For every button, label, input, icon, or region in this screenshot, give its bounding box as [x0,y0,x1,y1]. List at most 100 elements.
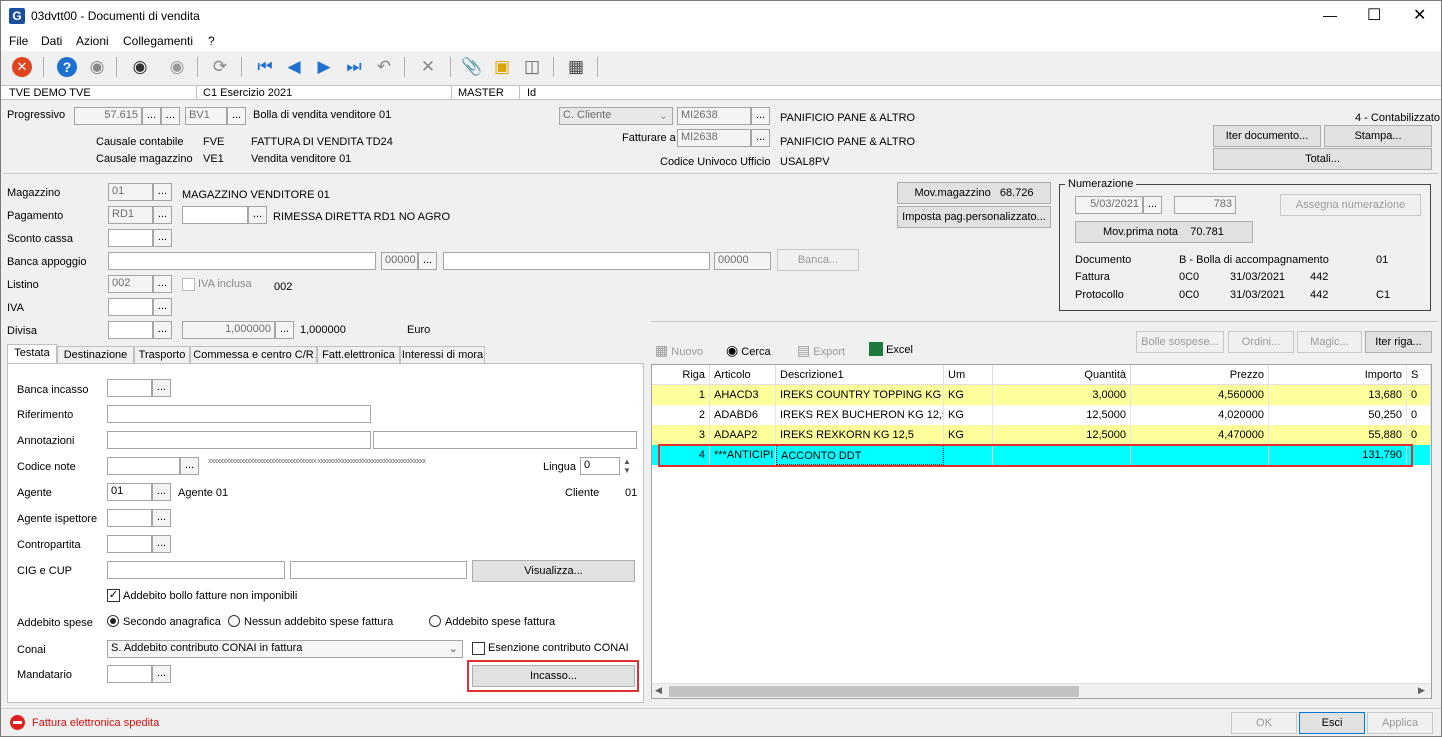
mandatario-field[interactable] [107,665,152,683]
ordini-button[interactable]: Ordini... [1228,331,1294,353]
riferimento-field[interactable] [107,405,371,423]
magazzino-field[interactable]: 01 [108,183,153,201]
series-field[interactable]: BV1 [185,107,227,125]
scroll-right-icon[interactable]: ▶ [1418,685,1425,696]
incasso-button[interactable]: Incasso... [472,665,635,687]
menu-file[interactable]: File [9,34,28,48]
agente-ispettore-lookup[interactable]: ... [152,509,171,527]
banca-incasso-lookup[interactable]: ... [152,379,171,397]
codice-note-lookup[interactable]: ... [180,457,199,475]
table-row[interactable]: 1 AHACD3 IREKS COUNTRY TOPPING KG 1 KG 3… [652,385,1431,405]
contropartita-field[interactable] [107,535,152,553]
undo-icon[interactable]: ↶ [373,56,395,78]
help-icon[interactable]: ? [56,56,78,78]
tab-fatt-elettronica[interactable]: Fatt.elettronica [317,346,400,364]
menu-collegamenti[interactable]: Collegamenti [123,34,193,48]
divisa-lookup[interactable]: ... [153,321,172,339]
maximize-icon[interactable]: ☐ [1367,5,1381,25]
spese-addebito-fattura-radio[interactable] [429,615,441,627]
codice-note-field[interactable] [107,457,180,475]
totali-button[interactable]: Totali... [1213,148,1432,170]
col-riga[interactable]: Riga [652,365,710,385]
scrollbar-thumb[interactable] [669,686,1079,697]
listino-lookup[interactable]: ... [153,275,172,293]
tipo-cliente-select[interactable]: C. Cliente ⌄ [559,107,673,125]
menu-help[interactable]: ? [208,34,215,48]
menu-dati[interactable]: Dati [41,34,62,48]
progressivo-field[interactable]: 57.615 [74,107,142,125]
numerazione-data-field[interactable]: 5/03/2021 [1075,196,1143,214]
numerazione-numero-field[interactable]: 783 [1174,196,1236,214]
series-lookup[interactable]: ... [227,107,246,125]
last-record-icon[interactable]: ⏭ [343,56,365,78]
cerca-button[interactable]: ◉ Cerca [726,342,771,359]
iter-documento-button[interactable]: Iter documento... [1213,125,1321,147]
spese-secondo-anagrafica-radio[interactable] [107,615,119,627]
listino-field[interactable]: 002 [108,275,153,293]
esci-button[interactable]: Esci [1299,712,1365,734]
banca-appoggio-field[interactable] [108,252,376,270]
tab-destinazione[interactable]: Destinazione [57,346,134,364]
cig-field[interactable] [107,561,285,579]
agente-ispettore-field[interactable] [107,509,152,527]
applica-button[interactable]: Applica [1367,712,1433,734]
documents-icon[interactable]: ▣ [491,56,513,78]
col-um[interactable]: Um [944,365,993,385]
banca-button[interactable]: Banca... [777,249,859,271]
progressivo-lookup2[interactable]: ... [161,107,180,125]
banca-abi-lookup[interactable]: ... [418,252,437,270]
mov-magazzino-button[interactable]: Mov.magazzino 68.726 [897,182,1051,204]
delete-icon[interactable]: ✕ [417,56,439,78]
divisa-field[interactable] [108,321,153,339]
stampa-button[interactable]: Stampa... [1324,125,1432,147]
annotazioni-field-2[interactable] [373,431,637,449]
lingua-spinner-icon[interactable]: ▲ ▼ [623,457,631,475]
col-prezzo[interactable]: Prezzo [1131,365,1269,385]
bollo-checkbox[interactable]: ✓ [107,589,120,602]
cliente-lookup[interactable]: ... [751,107,770,125]
pagamento-extra-field[interactable] [182,206,248,224]
tab-commessa[interactable]: Commessa e centro C/R [190,346,317,364]
magic-button[interactable]: Magic... [1297,331,1362,353]
agente-field[interactable]: 01 [107,483,152,501]
mov-prima-nota-button[interactable]: Mov.prima nota 70.781 [1075,221,1253,243]
calendar-icon[interactable]: ▦ [565,56,587,78]
excel-button[interactable]: Excel [869,342,913,356]
mandatario-lookup[interactable]: ... [152,665,171,683]
magazzino-lookup[interactable]: ... [153,183,172,201]
numerazione-data-lookup[interactable]: ... [1143,196,1162,214]
assegna-numerazione-button[interactable]: Assegna numerazione [1280,194,1421,216]
col-s[interactable]: S [1407,365,1431,385]
refresh-icon[interactable]: ⟳ [209,56,231,78]
pagamento-field[interactable]: RD1 [108,206,153,224]
iva-inclusa-checkbox[interactable] [182,278,195,291]
table-row[interactable]: 2 ADABD6 IREKS REX BUCHERON KG 12,5 KG 1… [652,405,1431,425]
ok-button[interactable]: OK [1231,712,1297,734]
col-importo[interactable]: Importo [1269,365,1407,385]
cup-field[interactable] [290,561,467,579]
minimize-icon[interactable]: — [1323,7,1337,23]
sconto-cassa-lookup[interactable]: ... [153,229,172,247]
col-quantita[interactable]: Quantità [993,365,1131,385]
close-window-icon[interactable]: ✕ [1413,5,1426,25]
banca-desc-field[interactable] [443,252,710,270]
attachment-icon[interactable]: 📎 [461,56,483,78]
cambio-lookup[interactable]: ... [275,321,294,339]
annotazioni-field-1[interactable] [107,431,371,449]
visualizza-button[interactable]: Visualizza... [472,560,635,582]
search-record-icon[interactable]: ◉ [129,56,151,78]
lingua-field[interactable]: 0 [580,457,620,475]
tab-trasporto[interactable]: Trasporto [134,346,190,364]
pagamento-extra-lookup[interactable]: ... [248,206,267,224]
cliente-code-field[interactable]: MI2638 [677,107,751,125]
fatturare-lookup[interactable]: ... [751,129,770,147]
contropartita-lookup[interactable]: ... [152,535,171,553]
banca-abi-field[interactable]: 00000 [381,252,418,270]
cambio-field[interactable]: 1,000000 [182,321,275,339]
bolle-sospese-button[interactable]: Bolle sospese... [1136,331,1224,353]
imposta-pagamento-button[interactable]: Imposta pag.personalizzato... [897,206,1051,228]
banca-incasso-field[interactable] [107,379,152,397]
banca-cab-field[interactable]: 00000 [714,252,771,270]
nuovo-button[interactable]: ▦ Nuovo [655,342,703,359]
export-button[interactable]: ▤ Export [797,342,845,359]
